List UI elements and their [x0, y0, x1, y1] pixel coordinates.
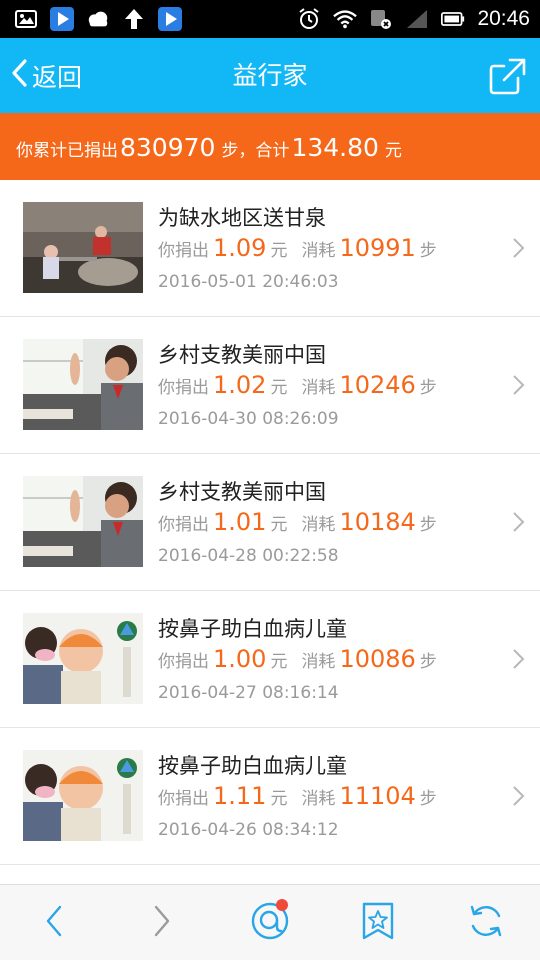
yuan-label: 元 — [270, 652, 288, 672]
item-date: 2016-05-01 20:46:03 — [158, 272, 339, 292]
signal-icon — [405, 7, 429, 31]
share-button[interactable] — [488, 56, 528, 96]
list-item[interactable]: 按鼻子助白血病儿童 你捐出 1.11 元 消耗 11104 步 2016-04-… — [0, 728, 540, 865]
status-left — [14, 7, 182, 31]
donation-summary: 你累计已捐出 830970 步，合计 134.80 元 — [0, 113, 540, 180]
consumed-label: 消耗 — [301, 652, 336, 672]
back-label: 返回 — [32, 62, 83, 92]
yuan-label: 元 — [270, 789, 288, 809]
chevron-right-icon — [510, 647, 526, 671]
consumed-steps: 10184 — [339, 508, 416, 536]
favorite-button[interactable] — [358, 901, 398, 945]
consumed-steps: 10246 — [339, 371, 416, 399]
thumbnail-image — [23, 750, 143, 841]
status-right: 20:46 — [297, 7, 530, 31]
battery-icon — [441, 7, 465, 31]
status-bar: 20:46 — [0, 0, 540, 38]
item-title: 为缺水地区送甘泉 — [158, 206, 326, 230]
item-title: 乡村支教美丽中国 — [158, 343, 326, 367]
refresh-button[interactable] — [466, 903, 506, 943]
consumed-steps: 11104 — [339, 782, 416, 810]
upload-arrow-icon — [122, 7, 146, 31]
item-amounts: 你捐出 1.11 元 消耗 11104 步 — [158, 782, 437, 810]
list-item[interactable]: 按鼻子助白血病儿童 你捐出 1.00 元 消耗 10086 步 2016-04-… — [0, 591, 540, 728]
steps-label: 步 — [419, 378, 437, 398]
item-title: 乡村支教美丽中国 — [158, 480, 326, 504]
yuan-label: 元 — [270, 515, 288, 535]
chevron-left-icon — [10, 58, 30, 94]
summary-amount-unit: 元 — [384, 141, 402, 161]
donated-amount: 1.02 — [213, 371, 267, 399]
item-amounts: 你捐出 1.09 元 消耗 10991 步 — [158, 234, 437, 262]
thumbnail-image — [23, 613, 143, 704]
browser-back-button[interactable] — [34, 903, 74, 943]
steps-label: 步 — [419, 241, 437, 261]
donated-label: 你捐出 — [158, 789, 209, 809]
steps-label: 步 — [419, 789, 437, 809]
sim-icon — [369, 7, 393, 31]
thumbnail-image — [23, 202, 143, 293]
image-icon — [14, 7, 38, 31]
donated-amount: 1.01 — [213, 508, 267, 536]
chat-button[interactable] — [250, 899, 290, 943]
refresh-icon — [467, 902, 505, 944]
chevron-right-icon — [510, 236, 526, 260]
thumbnail-image — [23, 339, 143, 430]
donated-amount: 1.11 — [213, 782, 267, 810]
donated-amount: 1.09 — [213, 234, 267, 262]
item-title: 按鼻子助白血病儿童 — [158, 617, 347, 641]
thumbnail-image — [23, 476, 143, 567]
donated-amount: 1.00 — [213, 645, 267, 673]
page: 20:46 返回 益行家 你累计已捐出 830970 步，合计 134.80 元 — [0, 0, 540, 960]
bottom-toolbar — [0, 884, 540, 960]
summary-prefix: 你累计已捐出 — [16, 141, 118, 161]
yuan-label: 元 — [270, 241, 288, 261]
item-date: 2016-04-28 00:22:58 — [158, 546, 339, 566]
cloudy-weather-icon — [86, 7, 110, 31]
alarm-icon — [297, 7, 321, 31]
forward-arrow-icon — [152, 904, 172, 942]
chevron-right-icon — [510, 510, 526, 534]
consumed-label: 消耗 — [301, 789, 336, 809]
item-date: 2016-04-30 08:26:09 — [158, 409, 339, 429]
summary-amount: 134.80 — [291, 133, 379, 162]
item-date: 2016-04-27 08:16:14 — [158, 683, 339, 703]
consumed-label: 消耗 — [301, 515, 336, 535]
donated-label: 你捐出 — [158, 652, 209, 672]
consumed-steps: 10086 — [339, 645, 416, 673]
favorite-icon — [361, 901, 395, 945]
summary-steps-unit: 步，合计 — [221, 141, 290, 161]
consumed-steps: 10991 — [339, 234, 416, 262]
item-amounts: 你捐出 1.00 元 消耗 10086 步 — [158, 645, 437, 673]
item-title: 按鼻子助白血病儿童 — [158, 754, 347, 778]
item-amounts: 你捐出 1.02 元 消耗 10246 步 — [158, 371, 437, 399]
donation-list: 为缺水地区送甘泉 你捐出 1.09 元 消耗 10991 步 2016-05-0… — [0, 180, 540, 865]
chevron-right-icon — [510, 784, 526, 808]
back-arrow-icon — [44, 904, 64, 942]
item-amounts: 你捐出 1.01 元 消耗 10184 步 — [158, 508, 437, 536]
summary-steps: 830970 — [120, 133, 216, 162]
consumed-label: 消耗 — [301, 378, 336, 398]
wifi-icon — [333, 7, 358, 31]
list-item[interactable]: 乡村支教美丽中国 你捐出 1.02 元 消耗 10246 步 2016-04-3… — [0, 317, 540, 454]
steps-label: 步 — [419, 515, 437, 535]
chevron-right-icon — [510, 373, 526, 397]
donated-label: 你捐出 — [158, 378, 209, 398]
item-date: 2016-04-26 08:34:12 — [158, 820, 339, 840]
share-icon — [488, 58, 528, 100]
consumed-label: 消耗 — [301, 241, 336, 261]
header: 返回 益行家 — [0, 38, 540, 113]
donated-label: 你捐出 — [158, 515, 209, 535]
back-button[interactable]: 返回 — [10, 38, 82, 113]
status-time: 20:46 — [477, 7, 530, 30]
donated-label: 你捐出 — [158, 241, 209, 261]
play-store-icon — [158, 7, 182, 31]
notification-dot — [276, 899, 288, 911]
yuan-label: 元 — [270, 378, 288, 398]
steps-label: 步 — [419, 652, 437, 672]
play-store-icon — [50, 7, 74, 31]
list-item[interactable]: 乡村支教美丽中国 你捐出 1.01 元 消耗 10184 步 2016-04-2… — [0, 454, 540, 591]
list-item[interactable]: 为缺水地区送甘泉 你捐出 1.09 元 消耗 10991 步 2016-05-0… — [0, 180, 540, 317]
browser-forward-button[interactable] — [142, 903, 182, 943]
